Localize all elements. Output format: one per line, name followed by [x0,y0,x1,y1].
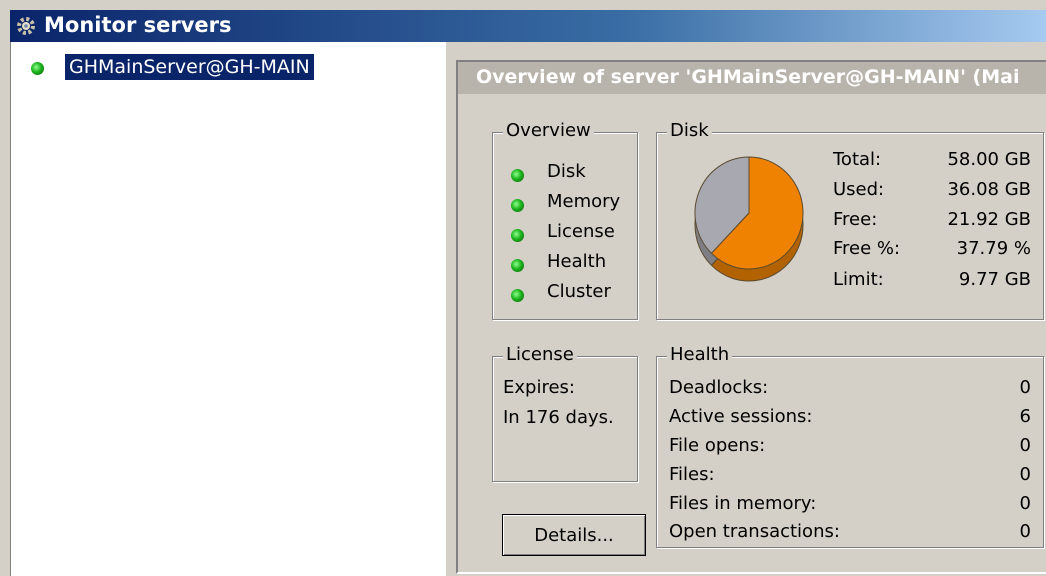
overview-item-label: Disk [547,161,586,182]
health-deadlocks-label: Deadlocks: [669,377,769,398]
health-files-label: Files: [669,464,715,485]
disk-free-value: 21.92 GB [947,209,1031,230]
status-ok-icon [511,289,524,302]
overview-item-label: Memory [547,191,621,212]
disk-free-label: Free: [833,209,878,230]
health-active-sessions-label: Active sessions: [669,406,813,427]
disk-free-percent-label: Free %: [833,238,901,259]
disk-used-value: 36.08 GB [947,179,1031,200]
health-file-opens-value: 0 [1019,435,1031,456]
disk-usage-pie-chart [694,156,804,282]
status-ok-icon [31,62,44,75]
disk-total-label: Total: [833,149,882,170]
disk-limit-value: 9.77 GB [958,269,1031,290]
status-ok-icon [511,169,524,182]
license-group-legend: License [503,344,577,365]
health-group-legend: Health [667,344,733,365]
disk-free-percent-value: 37.79 % [956,238,1031,259]
window-title: Monitor servers [44,13,232,37]
disk-group-legend: Disk [667,120,712,141]
overview-item-label: Cluster [547,281,611,302]
details-area: Overview of server 'GHMainServer@GH-MAIN… [446,42,1046,576]
disk-used-label: Used: [833,179,885,200]
status-ok-icon [511,199,524,212]
health-open-transactions-value: 0 [1019,521,1031,542]
server-name-label[interactable]: GHMainServer@GH-MAIN [65,54,314,80]
license-expires-value: In 176 days. [503,407,614,428]
health-active-sessions-value: 6 [1019,406,1031,427]
health-files-in-memory-value: 0 [1019,493,1031,514]
disk-limit-label: Limit: [833,269,884,290]
overview-item-label: Health [547,251,607,272]
overview-group: Overview Disk Memory License Health Clus… [492,120,638,320]
license-group: License Expires: In 176 days. [492,344,638,482]
status-ok-icon [511,229,524,242]
overview-header: Overview of server 'GHMainServer@GH-MAIN… [458,62,1046,94]
gear-icon [17,17,35,35]
health-deadlocks-value: 0 [1019,377,1031,398]
status-ok-icon [511,259,524,272]
health-files-in-memory-label: Files in memory: [669,493,817,514]
overview-item-label: License [547,221,615,242]
server-overview-panel: Overview of server 'GHMainServer@GH-MAIN… [456,60,1046,574]
window-titlebar: Monitor servers [10,10,1046,42]
license-expires-label: Expires: [503,377,575,398]
disk-total-value: 58.00 GB [947,149,1031,170]
health-file-opens-label: File opens: [669,435,766,456]
details-button[interactable]: Details... [502,514,646,556]
disk-group: Disk Total: 58.00 GB Used: 36.08 GB Free… [656,120,1044,320]
health-group: Health Deadlocks: 0 Active sessions: 6 F… [656,344,1044,548]
overview-title: Overview of server 'GHMainServer@GH-MAIN… [476,66,1020,88]
server-tree[interactable]: GHMainServer@GH-MAIN [10,42,449,576]
health-open-transactions-label: Open transactions: [669,521,840,542]
overview-group-legend: Overview [503,120,594,141]
health-files-value: 0 [1019,464,1031,485]
